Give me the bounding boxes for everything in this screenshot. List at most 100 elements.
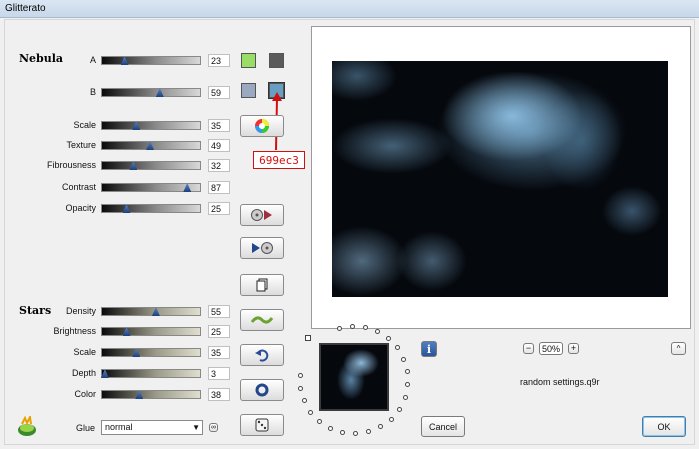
navigator-ring-dot [385, 335, 391, 341]
nebula-texture-value-field[interactable]: 49 [208, 139, 230, 152]
nebula-opacity-slider[interactable] [101, 204, 201, 213]
undo-button[interactable] [240, 344, 284, 366]
stars-scale-slider[interactable] [101, 348, 201, 357]
navigator-ring-dot [298, 385, 304, 391]
nebula-play-forward-button[interactable] [240, 204, 284, 226]
preview-image[interactable] [332, 61, 668, 297]
stars-scale-value-field[interactable]: 35 [208, 346, 230, 359]
minus-icon: − [525, 343, 532, 353]
nebula-fibrousness-label: Fibrousness [46, 160, 96, 170]
stars-brightness-slider[interactable] [101, 327, 201, 336]
stars-color-value-field[interactable]: 38 [208, 388, 230, 401]
undo-icon [255, 349, 269, 362]
navigator-ring-dot [308, 409, 314, 415]
nebula-b-slider[interactable] [101, 88, 201, 97]
stars-depth-slider[interactable] [100, 369, 201, 378]
stars-color-label: Color [74, 389, 96, 399]
navigator-ring-dot [349, 323, 355, 329]
settings-filename: random settings.q9r [520, 377, 600, 387]
chevron-down-icon: ▼ [192, 423, 200, 432]
nebula-scale-slider[interactable] [101, 121, 201, 130]
color-wheel-icon [255, 119, 269, 133]
nebula-opacity-slider-thumb[interactable] [122, 204, 131, 213]
nebula-b-slider-thumb[interactable] [155, 88, 164, 97]
stars-depth-label: Depth [71, 368, 96, 378]
nebula-scale-value-field[interactable]: 35 [208, 119, 230, 132]
nebula-a-slider-thumb[interactable] [120, 56, 129, 65]
glue-label: Glue [75, 423, 95, 433]
nebula-contrast-value-field[interactable]: 87 [208, 181, 230, 194]
nebula-b-value-field[interactable]: 59 [208, 86, 230, 99]
stars-density-value-field[interactable]: 55 [208, 305, 230, 318]
nebula-fibrousness-slider[interactable] [101, 161, 201, 170]
glue-select[interactable]: normal ▼ [101, 420, 203, 435]
plus-icon: + [570, 343, 577, 353]
zoom-level-text: 50% [541, 343, 560, 354]
nebula-opacity-value-field[interactable]: 25 [208, 202, 230, 215]
nebula-contrast-slider-thumb[interactable] [183, 183, 192, 192]
chevron-up-icon: ^ [676, 344, 681, 353]
stars-brightness-value-field[interactable]: 25 [208, 325, 230, 338]
navigator-ring-dot [297, 372, 303, 378]
zoom-level: 50% [539, 342, 563, 355]
stars-scale-slider-thumb[interactable] [132, 348, 141, 357]
nebula-contrast-label: Contrast [61, 182, 96, 192]
nebula-contrast-slider[interactable] [101, 183, 201, 192]
copy-icon [256, 278, 268, 292]
nebula-play-back-button[interactable] [240, 237, 284, 259]
wave-button[interactable] [240, 309, 284, 331]
title-bar: Glitterato [0, 0, 699, 18]
nebula-texture-slider[interactable] [101, 141, 201, 150]
stars-brightness-slider-thumb[interactable] [122, 327, 131, 336]
wave-icon [250, 316, 274, 324]
navigator-thumbnail[interactable] [319, 343, 389, 411]
dice-icon [255, 418, 269, 432]
nebula-fibrousness-value-field[interactable]: 32 [208, 159, 230, 172]
ring-button[interactable] [240, 379, 284, 401]
glue-link-button[interactable]: ∞ [209, 423, 218, 432]
nebula-a-slider[interactable] [101, 56, 201, 65]
random-dice-button[interactable] [240, 414, 284, 436]
play-disc-icon [252, 242, 273, 254]
navigator-corner-handle[interactable] [305, 335, 311, 341]
stars-scale-label: Scale [73, 347, 96, 357]
link-icon: ∞ [211, 424, 216, 431]
stars-heading: Stars [19, 304, 52, 317]
nebula-a-label: A [89, 55, 96, 65]
navigator-ring-dot [362, 324, 368, 330]
copy-button[interactable] [240, 274, 284, 296]
nebula-a-color-1-swatch[interactable] [241, 53, 256, 68]
ok-button-label: OK [657, 421, 671, 432]
collapse-button[interactable]: ^ [671, 342, 686, 355]
nebula-b-color-1-swatch[interactable] [241, 83, 256, 98]
nebula-texture-slider-thumb[interactable] [146, 141, 155, 150]
stars-density-slider-thumb[interactable] [151, 307, 160, 316]
color-wheel-button[interactable] [240, 115, 284, 137]
nebula-b-label: B [89, 87, 96, 97]
zoom-out-button[interactable]: − [523, 343, 534, 354]
navigator-ring-dot [374, 328, 380, 334]
preview-panel [311, 26, 691, 329]
stars-color-slider[interactable] [101, 390, 201, 399]
window-title: Glitterato [5, 3, 46, 14]
nebula-fibrousness-slider-thumb[interactable] [129, 161, 138, 170]
zoom-in-button[interactable]: + [568, 343, 579, 354]
nebula-scale-slider-thumb[interactable] [132, 121, 141, 130]
cancel-button[interactable]: Cancel [421, 416, 465, 437]
cancel-button-label: Cancel [428, 421, 457, 432]
nebula-a-color-2-swatch[interactable] [269, 53, 284, 68]
nebula-opacity-label: Opacity [65, 203, 96, 213]
color-annotation-label: 699ec3 [253, 151, 305, 169]
stars-depth-slider-thumb[interactable] [100, 369, 109, 378]
disc-play-icon [251, 209, 272, 221]
stars-color-slider-thumb[interactable] [135, 390, 144, 399]
info-button[interactable]: i [421, 341, 437, 357]
glue-select-value: normal [105, 422, 133, 432]
ok-button[interactable]: OK [642, 416, 686, 437]
stars-depth-value-field[interactable]: 3 [208, 367, 230, 380]
nebula-a-value-field[interactable]: 23 [208, 54, 230, 67]
stars-density-slider[interactable] [101, 307, 201, 316]
stars-brightness-label: Brightness [53, 326, 96, 336]
navigator-ring-dot [402, 394, 408, 400]
nebula-texture-label: Texture [66, 140, 96, 150]
